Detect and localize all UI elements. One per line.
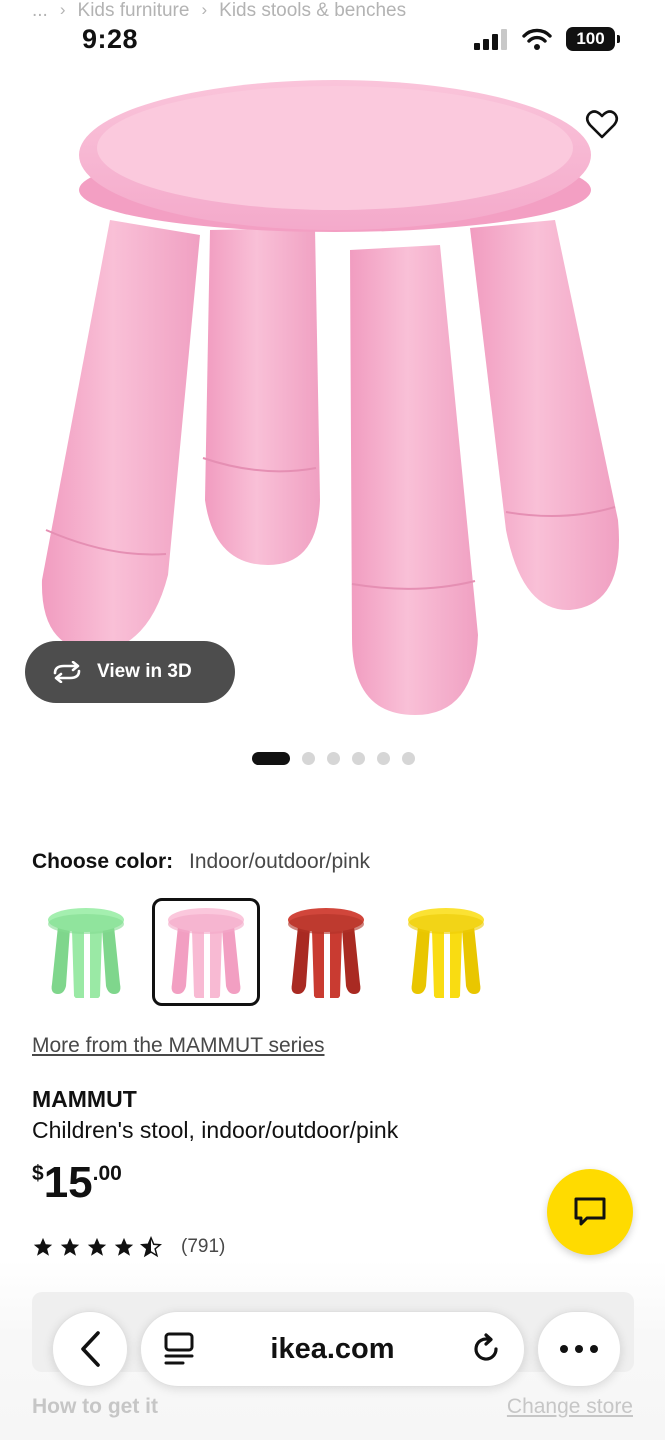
choose-color-label: Choose color: (32, 850, 174, 873)
more-options-icon (560, 1345, 598, 1353)
status-time: 9:28 (82, 24, 139, 54)
browser-url-bar[interactable]: ikea.com (140, 1311, 525, 1387)
rotate-3d-icon (53, 661, 81, 683)
stool-thumbnail-pink (168, 908, 244, 998)
color-swatch-yellow[interactable] (392, 898, 500, 1006)
wifi-icon (522, 28, 552, 50)
price-currency: $ (32, 1162, 44, 1185)
product-name: MAMMUT (32, 1086, 137, 1112)
breadcrumb-kids-furniture[interactable]: Kids furniture (78, 0, 190, 24)
browser-back-button[interactable] (52, 1311, 128, 1387)
selected-color-value: Indoor/outdoor/pink (189, 850, 370, 873)
chevron-right-icon: › (201, 0, 208, 19)
gallery-pagination (252, 752, 415, 765)
star-icon (33, 1237, 53, 1256)
color-swatch-red[interactable] (272, 898, 380, 1006)
battery-indicator: 100 (566, 27, 620, 51)
status-icons: 100 (474, 27, 620, 51)
pagination-dot[interactable] (302, 752, 315, 765)
breadcrumb-ellipsis[interactable]: ... (32, 0, 48, 24)
pagination-dot-active[interactable] (252, 752, 290, 765)
color-swatch-green[interactable] (32, 898, 140, 1006)
pagination-dot[interactable] (352, 752, 365, 765)
chat-icon (574, 1197, 606, 1226)
pagination-dot[interactable] (402, 752, 415, 765)
view-in-3d-button[interactable]: View in 3D (25, 641, 235, 703)
color-chooser-label: Choose color: Indoor/outdoor/pink (32, 850, 370, 874)
color-swatches (32, 898, 500, 1006)
chevron-right-icon: › (59, 0, 66, 19)
browser-url-text[interactable]: ikea.com (270, 1333, 394, 1366)
product-description: Children's stool, indoor/outdoor/pink (32, 1117, 399, 1143)
breadcrumb-kids-stools[interactable]: Kids stools & benches (219, 0, 406, 24)
star-icon (60, 1237, 80, 1256)
stool-thumbnail-yellow (408, 908, 484, 998)
star-icon (114, 1237, 134, 1256)
browser-more-button[interactable] (537, 1311, 621, 1387)
product-price: $ 15 .00 (32, 1158, 122, 1208)
series-link[interactable]: More from the MAMMUT series (32, 1034, 325, 1058)
chat-button[interactable] (547, 1169, 633, 1255)
view-in-3d-label: View in 3D (97, 661, 192, 682)
pagination-dot[interactable] (327, 752, 340, 765)
price-integer: 15 (43, 1158, 93, 1207)
favorite-heart-icon[interactable] (584, 106, 620, 142)
change-store-link[interactable]: Change store (507, 1395, 633, 1419)
stool-thumbnail-red (288, 908, 364, 998)
how-to-get-it-label: How to get it (32, 1395, 158, 1418)
star-icon (87, 1237, 107, 1256)
chevron-left-icon (81, 1331, 100, 1367)
pagination-dot[interactable] (377, 752, 390, 765)
breadcrumb: ... › Kids furniture › Kids stools & ben… (32, 0, 406, 24)
signal-icon (474, 29, 507, 50)
page-menu-icon[interactable] (163, 1331, 195, 1367)
reload-icon[interactable] (470, 1333, 502, 1365)
stool-thumbnail-green (48, 908, 124, 998)
color-swatch-pink[interactable] (152, 898, 260, 1006)
rating-count: (791) (181, 1236, 226, 1257)
half-star-icon (140, 1236, 162, 1258)
product-rating[interactable]: (791) (32, 1236, 225, 1258)
price-decimal: .00 (92, 1162, 122, 1185)
